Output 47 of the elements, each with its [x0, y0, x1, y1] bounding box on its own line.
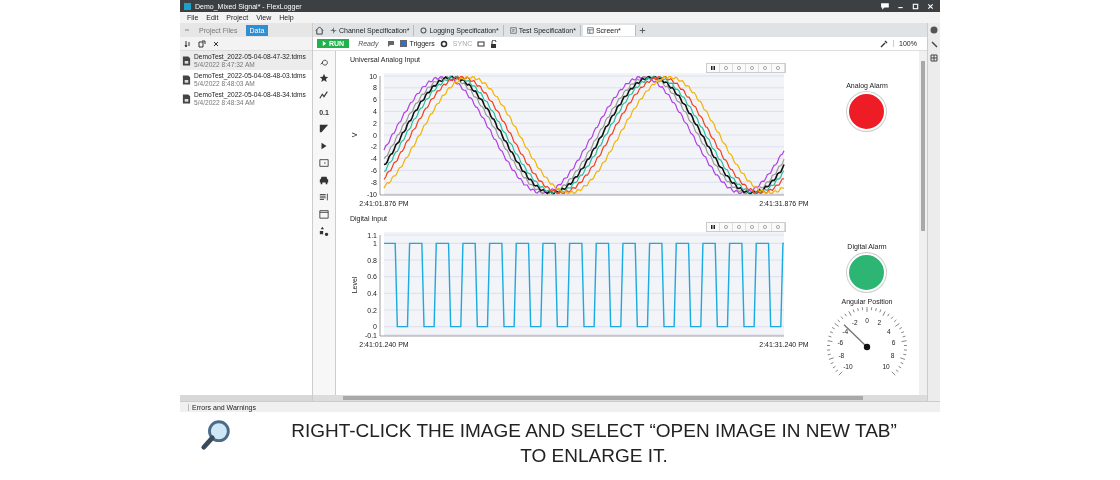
probe-icon[interactable]: [880, 39, 888, 48]
circle-icon: [762, 65, 768, 71]
document-icon: [182, 92, 191, 105]
settings-icon[interactable]: [439, 39, 448, 48]
circle-icon: [749, 224, 755, 230]
circle-icon: [723, 224, 729, 230]
wrench-icon[interactable]: [930, 40, 938, 48]
restore-icon[interactable]: [910, 1, 921, 11]
circle-icon: [749, 65, 755, 71]
document-icon: [509, 26, 517, 34]
chat-icon[interactable]: [880, 1, 891, 11]
circle-icon: [762, 224, 768, 230]
tool-button[interactable]: [317, 174, 331, 186]
add-tab-icon[interactable]: [637, 25, 647, 35]
app-logo-icon: [184, 2, 191, 10]
circle-icon: [775, 65, 781, 71]
lock-icon[interactable]: [490, 39, 499, 48]
tool-button[interactable]: [317, 157, 331, 169]
pause-icon: [710, 65, 716, 71]
tool-button[interactable]: [317, 225, 331, 237]
open-file-icon[interactable]: [198, 39, 206, 48]
circle-icon: [736, 65, 742, 71]
play-icon: [322, 41, 327, 46]
scrollbar[interactable]: [313, 395, 927, 401]
tool-button[interactable]: [317, 89, 331, 101]
screenshot-icon[interactable]: [477, 39, 486, 48]
caption-text: RIGHT-CLICK THE IMAGE AND SELECT “OPEN IMAGE IN NEW TAB” TO ENLARGE IT.: [290, 419, 898, 468]
home-icon[interactable]: [315, 25, 324, 35]
close-icon[interactable]: [212, 39, 220, 48]
circle-icon: [723, 65, 729, 71]
layout-icon: [586, 26, 594, 34]
sort-icon[interactable]: [184, 39, 192, 48]
tool-button[interactable]: [317, 191, 331, 203]
ring-icon: [420, 26, 428, 34]
crosshair-icon: [330, 26, 337, 34]
circle-icon: [736, 224, 742, 230]
document-icon: [182, 73, 191, 86]
close-icon[interactable]: [925, 1, 936, 11]
tool-button[interactable]: [317, 123, 331, 135]
tool-button[interactable]: [317, 72, 331, 84]
document-icon: [182, 54, 191, 67]
circle-icon: [775, 224, 781, 230]
comment-icon[interactable]: [387, 39, 396, 48]
grid-icon[interactable]: [930, 54, 938, 62]
tool-button[interactable]: [317, 208, 331, 220]
pause-icon: [710, 224, 716, 230]
scrollbar[interactable]: [180, 395, 312, 401]
